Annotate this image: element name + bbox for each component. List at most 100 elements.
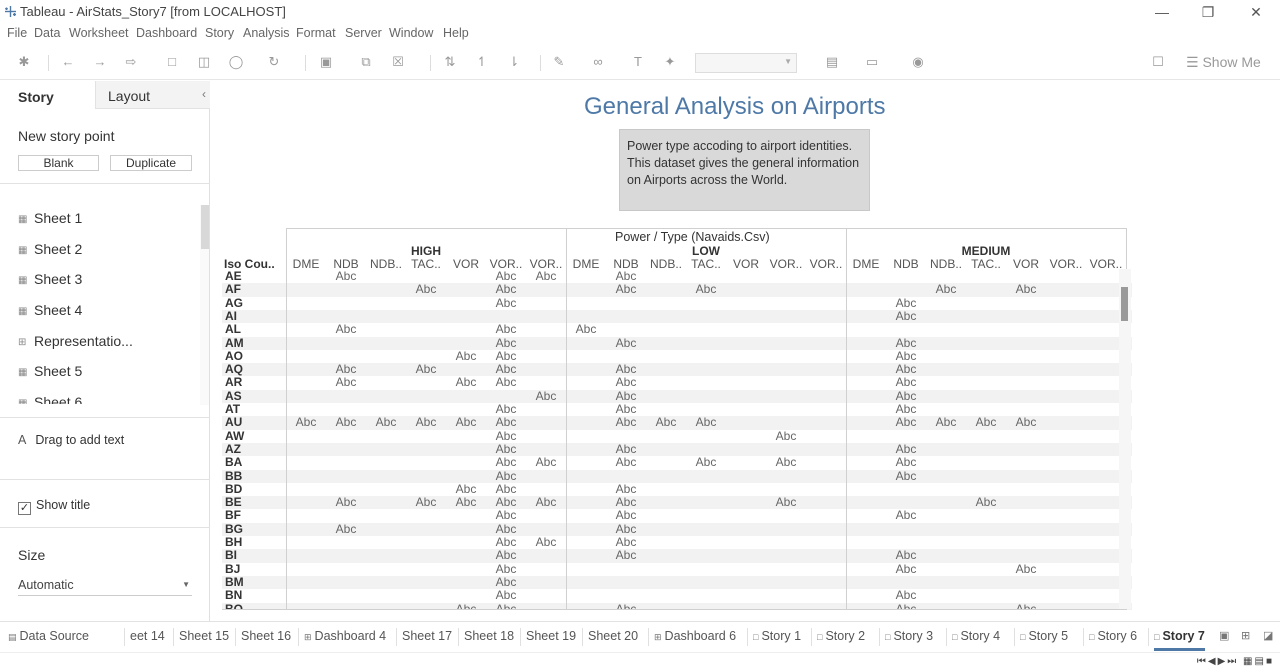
table-cell[interactable]: Abc	[486, 575, 526, 589]
table-cell[interactable]: Abc	[486, 508, 526, 522]
tab-layout[interactable]: Layout ‹	[95, 81, 210, 109]
duplicate-icon[interactable]: ⧉	[358, 54, 374, 70]
show-cards-icon[interactable]: ▤	[824, 54, 840, 70]
table-row[interactable]: BA Abc Abc Abc Abc Abc Abc	[222, 455, 1132, 469]
replay-icon[interactable]: ⇨	[123, 54, 139, 70]
table-cell[interactable]: Abc	[606, 375, 646, 389]
sheet-list-scrollbar[interactable]	[200, 205, 209, 405]
new-dashboard-tab-icon[interactable]: ⊞	[1241, 622, 1250, 651]
sheet-tab[interactable]: ⊞ Dashboard 4	[304, 622, 386, 651]
column-header[interactable]: NDB	[326, 257, 366, 271]
column-header[interactable]: DME	[286, 257, 326, 271]
list-item[interactable]: ▦ Sheet 2	[18, 241, 82, 261]
column-header[interactable]: NDB	[886, 257, 926, 271]
table-cell[interactable]: Abc	[286, 415, 326, 429]
table-cell[interactable]: Abc	[886, 562, 926, 576]
table-cell[interactable]: Abc	[686, 282, 726, 296]
menu-format[interactable]: Format	[296, 26, 336, 40]
country-code[interactable]: AZ	[225, 442, 241, 456]
table-cell[interactable]: Abc	[526, 389, 566, 403]
minimize-button[interactable]: —	[1152, 2, 1172, 22]
table-cell[interactable]: Abc	[926, 415, 966, 429]
table-cell[interactable]: Abc	[486, 495, 526, 509]
table-cell[interactable]: Abc	[446, 482, 486, 496]
table-row[interactable]: AM Abc Abc Abc	[222, 336, 1132, 350]
menu-analysis[interactable]: Analysis	[243, 26, 290, 40]
table-cell[interactable]: Abc	[886, 389, 926, 403]
table-row[interactable]: AE Abc Abc Abc Abc	[222, 270, 1132, 283]
country-code[interactable]: AL	[225, 322, 241, 336]
country-code[interactable]: AU	[225, 415, 242, 429]
table-cell[interactable]: Abc	[966, 415, 1006, 429]
column-header[interactable]: VOR..	[526, 257, 566, 271]
table-cell[interactable]: Abc	[406, 282, 446, 296]
presentation-mode-icon[interactable]: ▭	[864, 54, 880, 70]
country-code[interactable]: AF	[225, 282, 241, 296]
table-cell[interactable]: Abc	[606, 389, 646, 403]
sheet-tab[interactable]: Sheet 16	[241, 622, 291, 651]
table-cell[interactable]: Abc	[446, 495, 486, 509]
pause-updates-icon[interactable]: ◯	[228, 54, 244, 70]
table-cell[interactable]: Abc	[766, 495, 806, 509]
country-code[interactable]: BJ	[225, 562, 240, 576]
table-cell[interactable]: Abc	[646, 415, 686, 429]
table-cell[interactable]: Abc	[486, 588, 526, 602]
country-code[interactable]: BE	[225, 495, 242, 509]
sheet-tab[interactable]: Sheet 18	[464, 622, 514, 651]
sort-descending-icon[interactable]: ⇂	[506, 54, 522, 70]
share-icon[interactable]: ◉	[910, 54, 926, 70]
table-cell[interactable]: Abc	[886, 455, 926, 469]
close-button[interactable]: ✕	[1246, 2, 1266, 22]
column-header[interactable]: TAC..	[686, 257, 726, 271]
country-code[interactable]: BM	[225, 575, 244, 589]
sheet-tab[interactable]: □ Story 3	[885, 622, 933, 651]
table-cell[interactable]: Abc	[686, 455, 726, 469]
table-cell[interactable]: Abc	[606, 482, 646, 496]
save-icon[interactable]: □	[164, 54, 180, 70]
menu-file[interactable]: File	[7, 26, 27, 40]
table-row[interactable]: AU Abc Abc Abc Abc Abc Abc Abc Abc Abc Abc Abc Abc Ab…	[222, 415, 1132, 430]
table-cell[interactable]: Abc	[486, 482, 526, 496]
table-cell[interactable]: Abc	[886, 588, 926, 602]
country-code[interactable]: AE	[225, 270, 242, 283]
sheet-tab[interactable]: ⊞ Dashboard 6	[654, 622, 736, 651]
table-cell[interactable]: Abc	[1006, 282, 1046, 296]
table-cell[interactable]: Abc	[486, 402, 526, 416]
country-code[interactable]: BI	[225, 548, 237, 562]
list-item[interactable]: ▦ Sheet 6	[18, 394, 82, 404]
table-row[interactable]: BE Abc Abc Abc Abc Abc Abc Abc Abc	[222, 495, 1132, 510]
row-header[interactable]: Iso Cou..	[224, 257, 275, 271]
table-cell[interactable]: Abc	[606, 495, 646, 509]
table-row[interactable]: AT Abc Abc Abc	[222, 402, 1132, 416]
table-cell[interactable]: Abc	[526, 455, 566, 469]
sheet-tab[interactable]: □ Story 6	[1089, 622, 1137, 651]
table-cell[interactable]: Abc	[486, 522, 526, 536]
column-header[interactable]: NDB..	[646, 257, 686, 271]
table-row[interactable]: BI Abc Abc Abc	[222, 548, 1132, 563]
table-cell[interactable]: Abc	[966, 495, 1006, 509]
country-code[interactable]: BB	[225, 469, 242, 483]
table-cell[interactable]: Abc	[886, 548, 926, 562]
table-cell[interactable]: Abc	[486, 375, 526, 389]
menu-window[interactable]: Window	[389, 26, 433, 40]
restore-button[interactable]: ❐	[1198, 2, 1218, 22]
table-cell[interactable]: Abc	[886, 349, 926, 363]
column-header[interactable]: TAC..	[966, 257, 1006, 271]
table-cell[interactable]: Abc	[406, 415, 446, 429]
table-cell[interactable]: Abc	[886, 508, 926, 522]
table-row[interactable]: AI Abc	[222, 309, 1132, 324]
list-item[interactable]: ▦ Sheet 3	[18, 271, 82, 291]
table-cell[interactable]: Abc	[486, 270, 526, 283]
table-cell[interactable]: Abc	[606, 522, 646, 536]
column-header[interactable]: DME	[846, 257, 886, 271]
table-cell[interactable]: Abc	[526, 495, 566, 509]
table-cell[interactable]: Abc	[326, 495, 366, 509]
table-cell[interactable]: Abc	[326, 322, 366, 336]
scrollbar-thumb[interactable]	[201, 205, 209, 249]
table-cell[interactable]: Abc	[566, 322, 606, 336]
list-item[interactable]: ▦ Sheet 5	[18, 363, 82, 383]
column-header[interactable]: NDB..	[926, 257, 966, 271]
table-cell[interactable]: Abc	[1006, 415, 1046, 429]
sheet-tab[interactable]: ▤ Data Source	[8, 622, 89, 651]
table-cell[interactable]: Abc	[326, 522, 366, 536]
